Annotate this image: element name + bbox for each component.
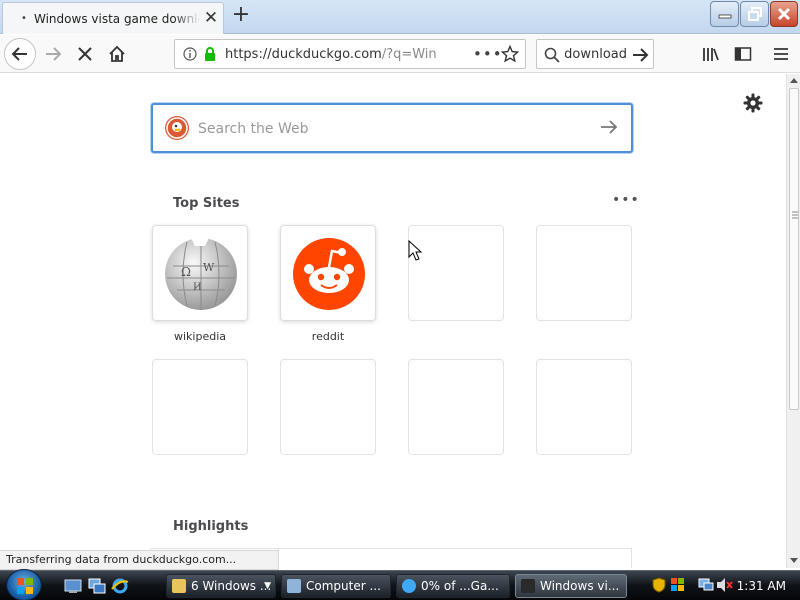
scrollbar-thumb[interactable]	[789, 88, 799, 410]
svg-text:И: И	[193, 282, 202, 293]
show-desktop-icon[interactable]	[64, 577, 82, 595]
mouse-cursor-icon	[408, 240, 423, 261]
sidebar-button[interactable]	[728, 39, 758, 69]
navigation-toolbar: https://duckduckgo.com/?q=Windows ••• do…	[0, 35, 800, 73]
loading-dot-icon: •	[21, 13, 27, 24]
svg-text:W: W	[203, 261, 215, 274]
back-button[interactable]	[4, 38, 36, 70]
library-button[interactable]	[696, 39, 726, 69]
top-site-wikipedia[interactable]: Ω W И	[152, 225, 248, 321]
taskbar-button-download[interactable]: 0% of ...Ga...	[396, 574, 510, 598]
menu-button[interactable]	[766, 39, 796, 69]
windows-taskbar: 6 Windows ... ▼ Computer ... 0% of ...Ga…	[0, 569, 800, 600]
computer-icon	[287, 579, 301, 593]
wikipedia-globe-icon: Ω W И	[165, 234, 237, 310]
top-site-empty	[536, 225, 632, 321]
chevron-down-icon: ▼	[264, 581, 271, 591]
volume-muted-icon[interactable]	[716, 577, 734, 593]
tab-close-icon[interactable]: ✕	[201, 8, 221, 28]
tile-label-wikipedia: wikipedia	[173, 330, 226, 343]
stop-icon	[78, 47, 92, 61]
url-text: https://duckduckgo.com/?q=Windows	[225, 47, 437, 62]
scroll-up-icon[interactable]	[790, 77, 798, 83]
minimize-icon	[718, 14, 731, 19]
search-icon	[544, 47, 560, 63]
taskbar-button-computer[interactable]: Computer ...	[281, 574, 391, 598]
system-tray: 1:31 AM	[646, 574, 800, 598]
stop-button[interactable]	[70, 39, 100, 69]
hamburger-menu-icon	[774, 48, 788, 60]
tab-strip: • Windows vista game download ✕ +	[0, 0, 800, 34]
top-site-reddit[interactable]	[280, 225, 376, 321]
lock-icon	[205, 47, 215, 61]
search-go-arrow-icon[interactable]	[631, 47, 649, 63]
minimize-button[interactable]	[710, 1, 739, 27]
home-icon	[109, 45, 125, 62]
restore-icon	[747, 7, 762, 21]
top-site-empty	[536, 359, 632, 455]
gear-icon[interactable]	[742, 92, 764, 114]
sidebar-icon	[734, 47, 752, 61]
search-bar[interactable]: download	[536, 39, 654, 69]
reddit-alien-icon	[293, 238, 365, 310]
security-shield-icon[interactable]	[652, 577, 666, 593]
close-icon	[777, 7, 791, 21]
duckduckgo-logo-icon	[165, 116, 189, 140]
url-bar[interactable]: https://duckduckgo.com/?q=Windows •••	[174, 39, 526, 69]
restore-button[interactable]	[740, 1, 769, 27]
library-icon	[703, 48, 719, 61]
taskbar-clock[interactable]: 1:31 AM	[737, 579, 786, 593]
ie-download-icon	[402, 579, 416, 593]
windows-flag-icon[interactable]	[670, 577, 686, 593]
status-bar: Transferring data from duckduckgo.com...	[0, 550, 279, 570]
scroll-down-icon[interactable]	[790, 558, 798, 564]
home-button[interactable]	[102, 39, 132, 69]
top-sites-heading: Top Sites	[173, 196, 240, 211]
internet-explorer-icon[interactable]	[111, 577, 129, 595]
top-site-empty	[280, 359, 376, 455]
top-sites-more-icon[interactable]: •••	[612, 192, 640, 208]
bookmark-star-icon[interactable]	[501, 45, 519, 63]
taskbar-button-browser[interactable]: Windows vi...	[515, 574, 627, 598]
highlights-heading: Highlights	[173, 519, 249, 534]
tab-active[interactable]: • Windows vista game download ✕	[2, 2, 224, 34]
tile-label-reddit: reddit	[311, 330, 345, 343]
vertical-scrollbar[interactable]	[786, 74, 800, 568]
search-input-value: download	[565, 47, 627, 62]
top-site-empty	[408, 359, 504, 455]
windows-logo-icon	[17, 578, 33, 594]
new-tab-button[interactable]: +	[229, 3, 253, 27]
start-button[interactable]	[6, 569, 42, 600]
browser-icon	[521, 579, 535, 593]
taskbar-button-folder[interactable]: 6 Windows ... ▼	[166, 574, 276, 598]
switch-windows-icon[interactable]	[88, 577, 106, 595]
page-actions-icon[interactable]: •••	[473, 45, 503, 63]
close-window-button[interactable]	[770, 1, 798, 27]
info-icon[interactable]	[183, 47, 197, 61]
network-icon[interactable]	[698, 577, 714, 593]
new-tab-page: Search the Web Top Sites ••• Ω W И wikip…	[0, 74, 786, 568]
forward-arrow-icon	[46, 47, 62, 61]
top-site-empty	[152, 359, 248, 455]
svg-text:Ω: Ω	[181, 265, 191, 279]
back-arrow-icon	[11, 47, 27, 61]
forward-button[interactable]	[38, 39, 68, 69]
web-search-box[interactable]: Search the Web	[151, 103, 633, 153]
search-submit-arrow-icon[interactable]	[599, 117, 619, 137]
search-placeholder: Search the Web	[198, 121, 309, 137]
folder-icon	[172, 579, 186, 593]
window-controls	[709, 1, 798, 27]
